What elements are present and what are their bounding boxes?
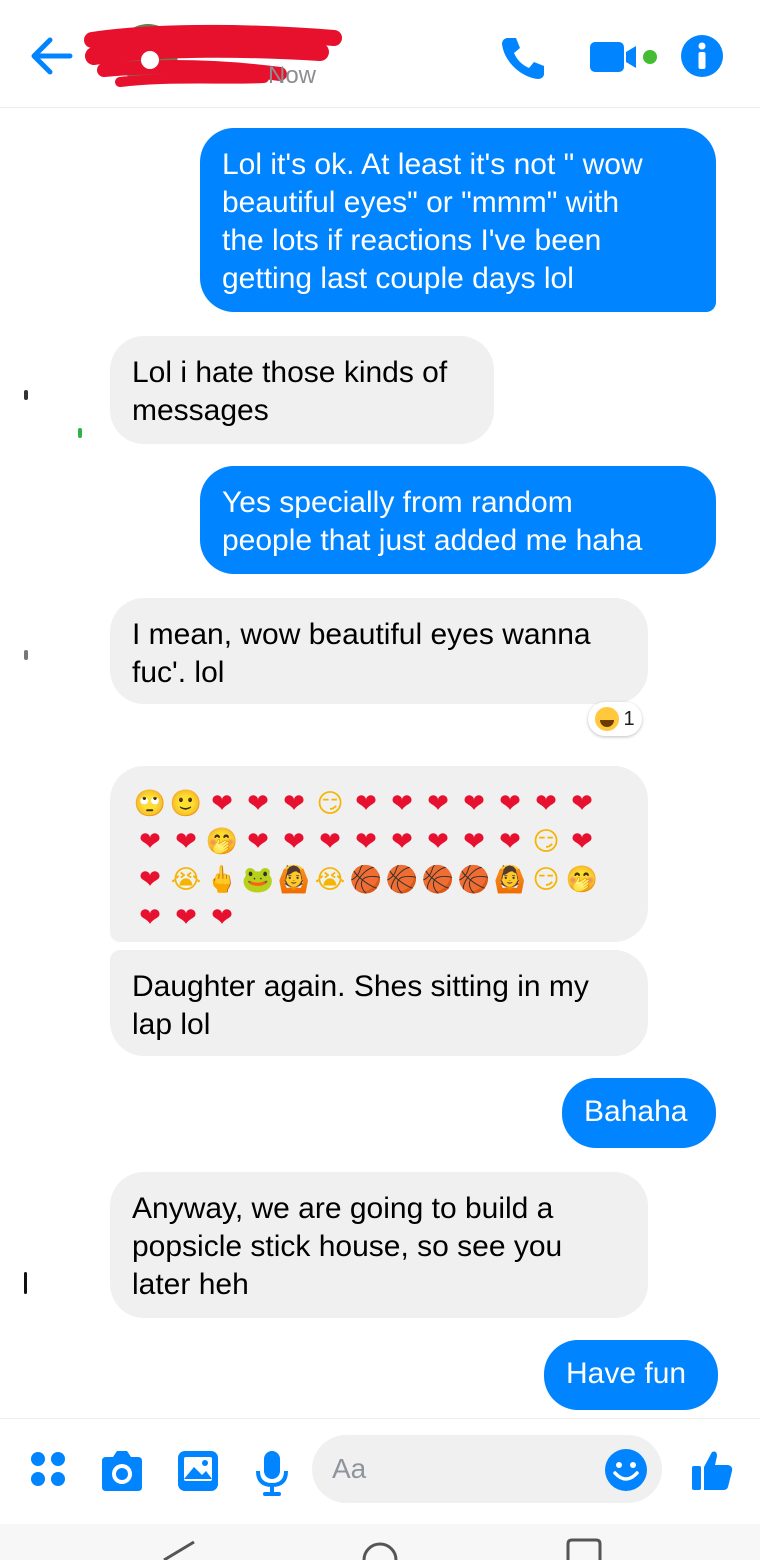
avatar-fragment [24,1272,27,1294]
avatar-fragment [78,428,82,438]
thumbs-up-icon[interactable] [690,1448,734,1492]
person-gesturing-ok-emoji: 🙆 [277,865,311,895]
conversation-header: Now [0,0,760,108]
slight-smile-emoji: 🙂 [169,789,203,819]
heart-emoji: ❤ [139,865,161,895]
message-input[interactable] [332,1449,592,1489]
heart-emoji: ❤ [247,789,269,819]
apps-icon[interactable] [28,1449,68,1489]
basketball-emoji: 🏀 [421,865,455,895]
message-bubble-outgoing[interactable]: Bahaha [562,1078,716,1148]
basketball-emoji: 🏀 [349,865,383,895]
message-bubble-outgoing[interactable]: Have fun [544,1340,718,1410]
emoji-grid: 🙄 🙂 ❤ ❤ ❤ 😏 ❤ ❤ ❤ ❤ ❤ ❤ ❤ ❤ ❤ 🤭 ❤ ❤ ❤ ❤ ❤ ❤ ❤ ❤ 😏 ❤ ❤ 😭 🖕 🐸 🙆 😭 🏀 🏀 🏀 🏀 🙆 😏 🤭 ❤… [132,786,626,936]
heart-emoji: ❤ [499,827,521,857]
smirk-emoji: 😏 [316,789,344,819]
active-status: Now [268,62,317,89]
message-bubble-incoming[interactable]: Lol i hate those kinds of messages [110,336,494,444]
grinning-squinting-face-icon [595,707,620,731]
nav-back-icon[interactable] [158,1538,198,1560]
avatar-fragment [24,390,28,400]
reaction-count: 1 [623,707,635,730]
eye-roll-emoji: 🙄 [133,789,167,819]
back-arrow-icon[interactable] [24,30,80,82]
heart-emoji: ❤ [283,789,305,819]
middle-finger-emoji: 🖕 [205,865,239,895]
message-bubble-incoming[interactable]: Anyway, we are going to build a popsicle… [110,1172,648,1318]
heart-emoji: ❤ [427,827,449,857]
system-navigation-bar [0,1524,760,1560]
heart-emoji: ❤ [247,827,269,857]
image-icon[interactable] [176,1449,220,1493]
emoji-icon[interactable] [604,1448,648,1492]
smirk-emoji: 😏 [532,827,560,857]
phone-icon[interactable] [498,34,548,80]
basketball-emoji: 🏀 [457,865,491,895]
basketball-emoji: 🏀 [385,865,419,895]
camera-icon[interactable] [98,1449,146,1493]
avatar-fragment [24,650,28,660]
heart-emoji: ❤ [571,789,593,819]
microphone-icon[interactable] [254,1449,290,1497]
message-reaction[interactable]: 1 [588,702,642,736]
emoji-message-bubble[interactable]: 🙄 🙂 ❤ ❤ ❤ 😏 ❤ ❤ ❤ ❤ ❤ ❤ ❤ ❤ ❤ 🤭 ❤ ❤ ❤ ❤ ❤ ❤ ❤ ❤ 😏 ❤ ❤ 😭 🖕 🐸 🙆 😭 🏀 🏀 🏀 🏀 🙆 😏 🤭 ❤… [110,766,648,942]
message-bubble-incoming[interactable]: I mean, wow beautiful eyes wanna fuc'. l… [110,598,648,704]
heart-emoji: ❤ [391,789,413,819]
heart-emoji: ❤ [139,827,161,857]
video-camera-icon[interactable] [588,34,660,80]
crying-emoji: 😭 [314,865,346,895]
heart-emoji: ❤ [355,789,377,819]
heart-emoji: ❤ [211,789,233,819]
nav-home-icon[interactable] [360,1538,400,1560]
smirk-emoji: 😏 [532,865,560,895]
info-icon[interactable] [680,34,724,78]
heart-emoji: ❤ [391,827,413,857]
heart-emoji: ❤ [463,827,485,857]
heart-emoji: ❤ [175,827,197,857]
heart-emoji: ❤ [499,789,521,819]
heart-emoji: ❤ [463,789,485,819]
person-gesturing-ok-emoji: 🙆 [493,865,527,895]
hand-over-mouth-emoji: 🤭 [205,827,239,857]
heart-emoji: ❤ [283,827,305,857]
message-bubble-outgoing[interactable]: Yes specially from random people that ju… [200,466,716,574]
crying-emoji: 😭 [170,865,202,895]
heart-emoji: ❤ [427,789,449,819]
heart-emoji: ❤ [211,903,233,933]
heart-emoji: ❤ [571,827,593,857]
heart-emoji: ❤ [175,903,197,933]
heart-emoji: ❤ [535,789,557,819]
heart-emoji: ❤ [139,903,161,933]
nav-recents-icon[interactable] [564,1538,604,1560]
frog-emoji: 🐸 [241,865,275,895]
heart-emoji: ❤ [319,827,341,857]
heart-emoji: ❤ [355,827,377,857]
hand-over-mouth-emoji: 🤭 [565,865,599,895]
message-bubble-incoming[interactable]: Daughter again. Shes sitting in my lap l… [110,950,648,1056]
message-bubble-outgoing[interactable]: Lol it's ok. At least it's not " wow bea… [200,128,716,312]
